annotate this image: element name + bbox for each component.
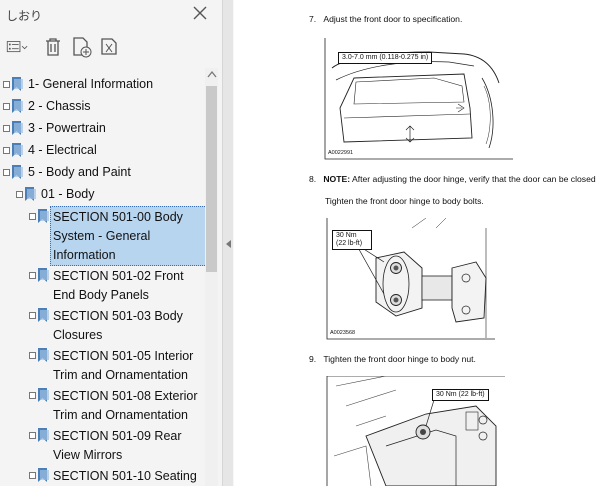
- bookmarks-panel: しおり 1- General Information 2 - Chassis 3…: [0, 0, 222, 486]
- bookmark-icon: [38, 308, 49, 322]
- expand-toggle[interactable]: [3, 103, 10, 110]
- step-9: 9. Tighten the front door hinge to body …: [309, 354, 476, 364]
- scroll-up-arrow-icon[interactable]: [207, 70, 217, 78]
- expand-toggle[interactable]: [29, 352, 36, 359]
- list-options-icon[interactable]: [6, 36, 28, 58]
- document-page: 7. Adjust the front door to specificatio…: [234, 0, 600, 486]
- bookmark-icon: [38, 428, 49, 442]
- bookmark-label: SECTION 501-03 Body Closures: [53, 309, 183, 342]
- figure-hinge-bolts: 30 Nm (22 lb-ft) A0023568: [326, 218, 496, 340]
- figure-door-gap: 3.0-7.0 mm (0.118-0.275 in) A0022991: [324, 38, 514, 160]
- expand-toggle[interactable]: [3, 147, 10, 154]
- trash-icon[interactable]: [42, 36, 64, 58]
- collapse-panel-arrow-icon[interactable]: [226, 240, 232, 248]
- step-7: 7. Adjust the front door to specificatio…: [309, 14, 463, 24]
- expand-toggle[interactable]: [29, 213, 36, 220]
- expand-toggle[interactable]: [29, 392, 36, 399]
- bookmark-icon: [38, 348, 49, 362]
- tag-bookmark-icon[interactable]: [98, 36, 120, 58]
- bookmark-section-501-09[interactable]: SECTION 501-09 Rear View Mirrors: [29, 425, 205, 465]
- bookmark-label: 1- General Information: [28, 77, 154, 91]
- bookmark-label: SECTION 501-00 Body System - General Infor…: [53, 210, 183, 262]
- bookmark-section-501-00[interactable]: SECTION 501-00 Body System - General Infor…: [29, 206, 205, 266]
- bookmark-label: SECTION 501-10 Seating: [53, 469, 197, 483]
- panel-title: しおり: [6, 9, 43, 23]
- torque-callout: 30 Nm (22 lb-ft): [432, 389, 489, 401]
- gap-spec-callout: 3.0-7.0 mm (0.118-0.275 in): [338, 52, 433, 64]
- bookmark-label: 3 - Powertrain: [28, 121, 106, 135]
- bookmark-icon: [12, 99, 23, 113]
- bookmark-label: SECTION 501-09 Rear View Mirrors: [53, 429, 182, 462]
- figure-code: A0023568: [330, 330, 356, 336]
- collapse-toggle[interactable]: [16, 191, 23, 198]
- collapse-toggle[interactable]: [3, 169, 10, 176]
- bookmark-label: SECTION 501-05 Interior Trim and Ornament…: [53, 349, 194, 382]
- new-bookmark-icon[interactable]: [70, 36, 92, 58]
- bookmark-label: 01 - Body: [41, 187, 95, 201]
- bookmark-icon: [25, 187, 36, 201]
- bookmark-section-501-02[interactable]: SECTION 501-02 Front End Body Panels: [29, 265, 205, 305]
- bookmark-label: SECTION 501-08 Exterior Trim and Ornament…: [53, 389, 198, 422]
- close-icon[interactable]: [191, 4, 209, 22]
- figure-code: A0022991: [328, 150, 354, 156]
- bookmark-icon: [38, 268, 49, 282]
- expand-toggle[interactable]: [29, 272, 36, 279]
- bookmark-section-501-03[interactable]: SECTION 501-03 Body Closures: [29, 305, 205, 345]
- bookmark-section-501-10[interactable]: SECTION 501-10 Seating: [29, 465, 205, 486]
- bookmark-icon: [12, 165, 23, 179]
- bookmark-section-501-08[interactable]: SECTION 501-08 Exterior Trim and Ornament…: [29, 385, 205, 425]
- step-8: 8. NOTE: After adjusting the door hinge,…: [309, 174, 596, 184]
- scrollbar-thumb[interactable]: [206, 86, 217, 272]
- bookmark-icon: [12, 121, 23, 135]
- expand-toggle[interactable]: [29, 312, 36, 319]
- bookmark-icon: [38, 468, 49, 482]
- bookmark-toolbar: [0, 32, 222, 62]
- bookmark-label: 5 - Body and Paint: [28, 165, 131, 179]
- bookmark-label: SECTION 501-02 Front End Body Panels: [53, 269, 184, 302]
- bookmark-icon: [38, 388, 49, 402]
- expand-toggle[interactable]: [3, 125, 10, 132]
- figure-hinge-nut: 30 Nm (22 lb-ft): [326, 376, 506, 486]
- panel-header: しおり: [0, 0, 222, 30]
- expand-toggle[interactable]: [3, 81, 10, 88]
- bookmark-section-501-05[interactable]: SECTION 501-05 Interior Trim and Ornament…: [29, 345, 205, 385]
- bookmark-label: 4 - Electrical: [28, 143, 97, 157]
- step-8-instruction: Tighten the front door hinge to body bol…: [325, 196, 484, 206]
- expand-toggle[interactable]: [29, 432, 36, 439]
- torque-callout: 30 Nm (22 lb-ft): [332, 230, 372, 250]
- bookmark-label: 2 - Chassis: [28, 99, 91, 113]
- bookmark-icon: [12, 143, 23, 157]
- bookmark-icon: [12, 77, 23, 91]
- expand-toggle[interactable]: [29, 472, 36, 479]
- bookmark-tree: 1- General Information 2 - Chassis 3 - P…: [0, 68, 205, 486]
- bookmark-icon: [38, 209, 49, 223]
